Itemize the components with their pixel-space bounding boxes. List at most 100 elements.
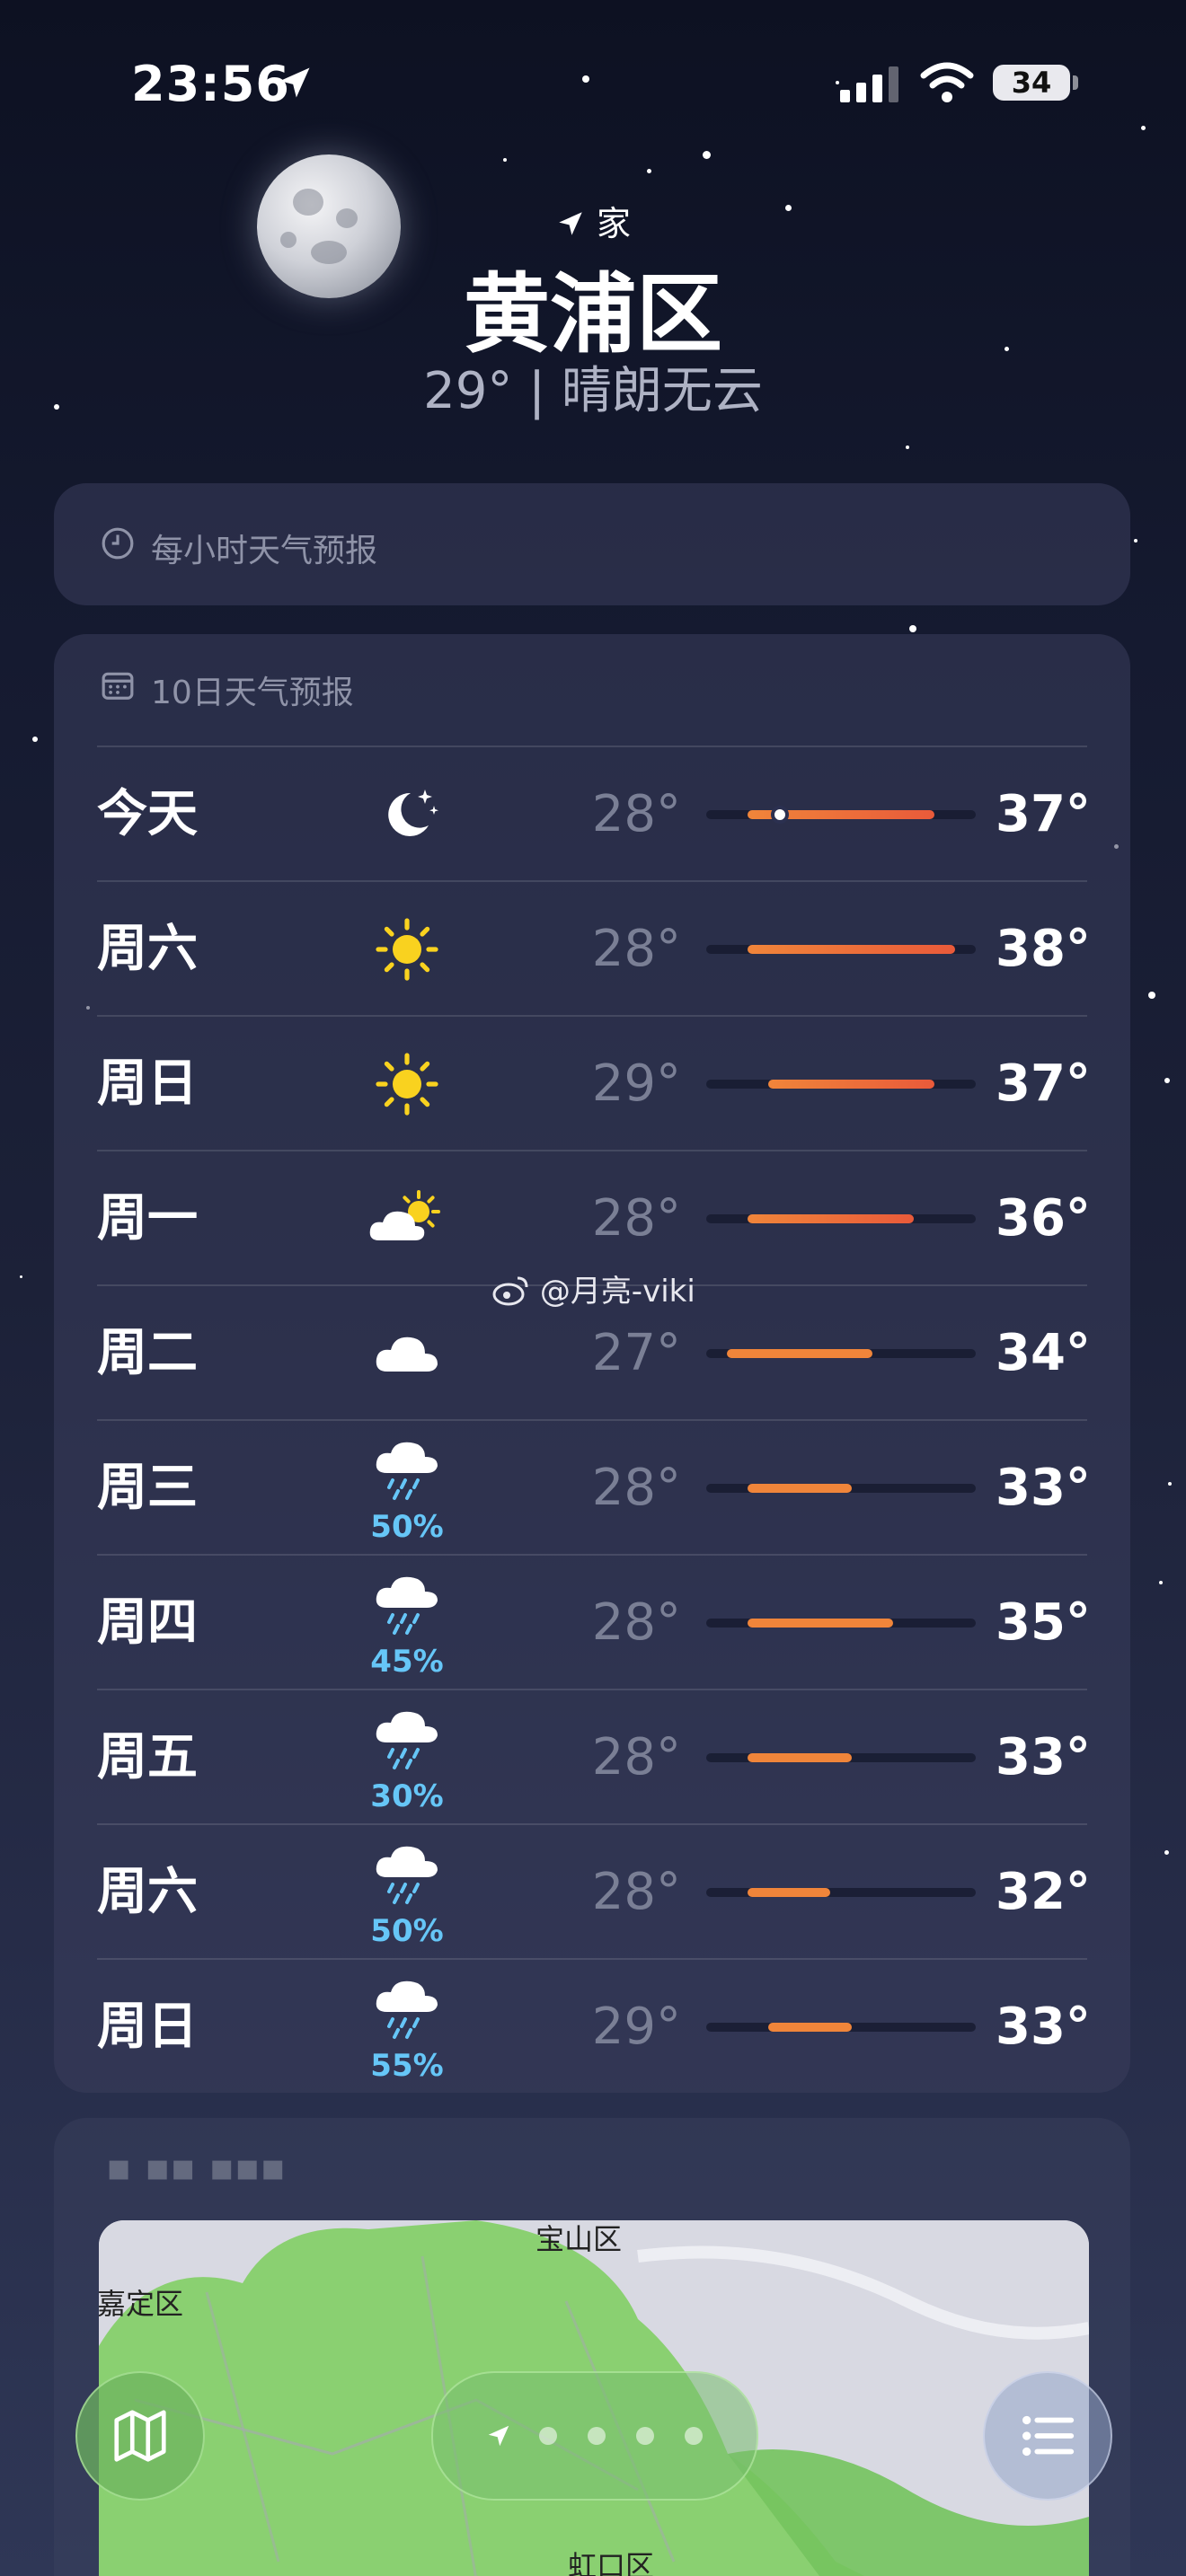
low-temp: 28° <box>591 1593 681 1652</box>
battery-nub <box>1073 75 1078 90</box>
forecast-row[interactable]: 周日 29° 37° <box>97 1017 1091 1151</box>
forecast-row[interactable]: 周六 28° 38° <box>97 882 1091 1017</box>
high-temp: 35° <box>996 1593 1091 1652</box>
temp-range-bar <box>748 945 955 954</box>
high-temp: 36° <box>996 1189 1091 1248</box>
temp-range-track <box>706 806 976 824</box>
forecast-day: 周五 <box>97 1728 198 1786</box>
temp-range-bar <box>748 1214 914 1223</box>
forecast-card-title: 10日天气预报 <box>151 675 354 711</box>
temp-range-track <box>706 1484 976 1493</box>
forecast-day: 周日 <box>97 1054 198 1113</box>
precip-chance: 30% <box>370 1778 444 1814</box>
temp-range-track <box>706 1888 976 1897</box>
partly-cloudy-icon <box>358 1151 456 1286</box>
wifi-icon <box>920 62 974 102</box>
pager-dot[interactable] <box>539 2427 557 2445</box>
precip-chance: 55% <box>370 2048 444 2084</box>
temp-range-bar <box>768 1080 934 1089</box>
forecast-day: 周六 <box>97 1863 198 1921</box>
forecast-row[interactable]: 周日 55% 29° 33° <box>97 1960 1091 2095</box>
forecast-day: 周三 <box>97 1459 198 1517</box>
high-temp: 37° <box>996 1054 1091 1113</box>
map-label-hongkou: 虹口区 <box>568 2549 655 2576</box>
cloud-icon <box>358 1286 456 1421</box>
temp-range-bar <box>748 1888 831 1897</box>
forecast-day: 周四 <box>97 1593 198 1652</box>
battery-indicator: 34 <box>993 65 1070 101</box>
status-time: 23:56 <box>131 56 290 112</box>
locations-list-button[interactable] <box>983 2371 1112 2501</box>
home-label-text: 家 <box>597 204 632 243</box>
pager-dot[interactable] <box>636 2427 654 2445</box>
list-icon <box>1022 2415 1075 2457</box>
temp-range-bar <box>748 1619 893 1628</box>
low-temp: 28° <box>591 920 681 978</box>
forecast-day: 今天 <box>97 785 198 843</box>
hourly-forecast-card[interactable]: 每小时天气预报 <box>54 483 1130 605</box>
temp-range-bar <box>768 2023 852 2032</box>
temp-range-track <box>706 1619 976 1628</box>
temp-range-bar <box>748 1484 852 1493</box>
temp-range-track <box>706 2023 976 2032</box>
location-pager[interactable] <box>431 2371 758 2501</box>
forecast-row[interactable]: 周五 30% 28° 33° <box>97 1690 1091 1825</box>
temp-range-bar <box>748 1753 852 1762</box>
map-label-jiading: 嘉定区 <box>99 2287 184 2321</box>
precip-chance: 50% <box>370 1509 444 1545</box>
precip-chance: 45% <box>370 1644 444 1680</box>
map-icon <box>114 2410 166 2462</box>
status-bar: 23:56 34 <box>0 56 1186 119</box>
temp-range-bar <box>727 1349 872 1358</box>
high-temp: 33° <box>996 1728 1091 1786</box>
forecast-row[interactable]: 周四 45% 28° 35° <box>97 1556 1091 1690</box>
high-temp: 37° <box>996 785 1091 843</box>
location-arrow-icon <box>559 212 582 235</box>
current-summary: 29° | 晴朗无云 <box>423 362 763 420</box>
high-temp: 38° <box>996 920 1091 978</box>
sun-icon <box>358 1017 456 1151</box>
low-temp: 28° <box>591 1459 681 1517</box>
low-temp: 29° <box>591 1054 681 1113</box>
precipitation-map-card[interactable]: ▪ ▪▪ ▪▪▪ 宝山区 嘉定区 虹口区 <box>54 2118 1130 2576</box>
calendar-icon <box>102 672 134 700</box>
low-temp: 28° <box>591 785 681 843</box>
temp-range-track <box>706 1214 976 1223</box>
watermark-text: @月亮-viki <box>539 1274 695 1310</box>
forecast-row[interactable]: 周六 50% 28° 32° <box>97 1825 1091 1960</box>
high-temp: 34° <box>996 1324 1091 1382</box>
low-temp: 29° <box>591 1998 681 2056</box>
forecast-row[interactable]: 周三 50% 28° 33° <box>97 1421 1091 1556</box>
cellular-signal-icon <box>840 66 898 102</box>
high-temp: 32° <box>996 1863 1091 1921</box>
forecast-day: 周六 <box>97 920 198 978</box>
weibo-icon <box>492 1276 528 1306</box>
precip-chance: 50% <box>370 1913 444 1949</box>
forecast-day: 周二 <box>97 1324 198 1382</box>
pager-dot[interactable] <box>685 2427 703 2445</box>
forecast-day: 周日 <box>97 1998 198 2056</box>
current-location-icon <box>488 2425 509 2447</box>
location-arrow-icon <box>279 67 310 98</box>
temp-range-track <box>706 1753 976 1762</box>
home-location-label: 家 <box>0 196 1186 245</box>
ten-day-forecast-card[interactable]: 10日天气预报 今天 28° 37° 周六 28° 38° 周日 29° 37° 周一 28° 36°… <box>54 634 1130 2093</box>
clock-icon <box>102 527 134 560</box>
low-temp: 28° <box>591 1728 681 1786</box>
high-temp: 33° <box>996 1459 1091 1517</box>
forecast-row[interactable]: 今天 28° 37° <box>97 747 1091 882</box>
low-temp: 28° <box>591 1863 681 1921</box>
moon-stars-icon <box>358 747 456 882</box>
forecast-day: 周一 <box>97 1189 198 1248</box>
high-temp: 33° <box>996 1998 1091 2056</box>
map-button[interactable] <box>75 2371 205 2501</box>
watermark: @月亮-viki <box>492 1266 695 1310</box>
map-card-title-faded: ▪ ▪▪ ▪▪▪ <box>106 2145 287 2189</box>
sun-icon <box>358 882 456 1017</box>
pager-dot[interactable] <box>588 2427 606 2445</box>
temp-range-track <box>706 1349 976 1358</box>
temp-range-track <box>706 945 976 954</box>
current-temp-dot <box>771 806 790 824</box>
hourly-card-title: 每小时天气预报 <box>151 533 378 569</box>
temp-range-track <box>706 1080 976 1089</box>
